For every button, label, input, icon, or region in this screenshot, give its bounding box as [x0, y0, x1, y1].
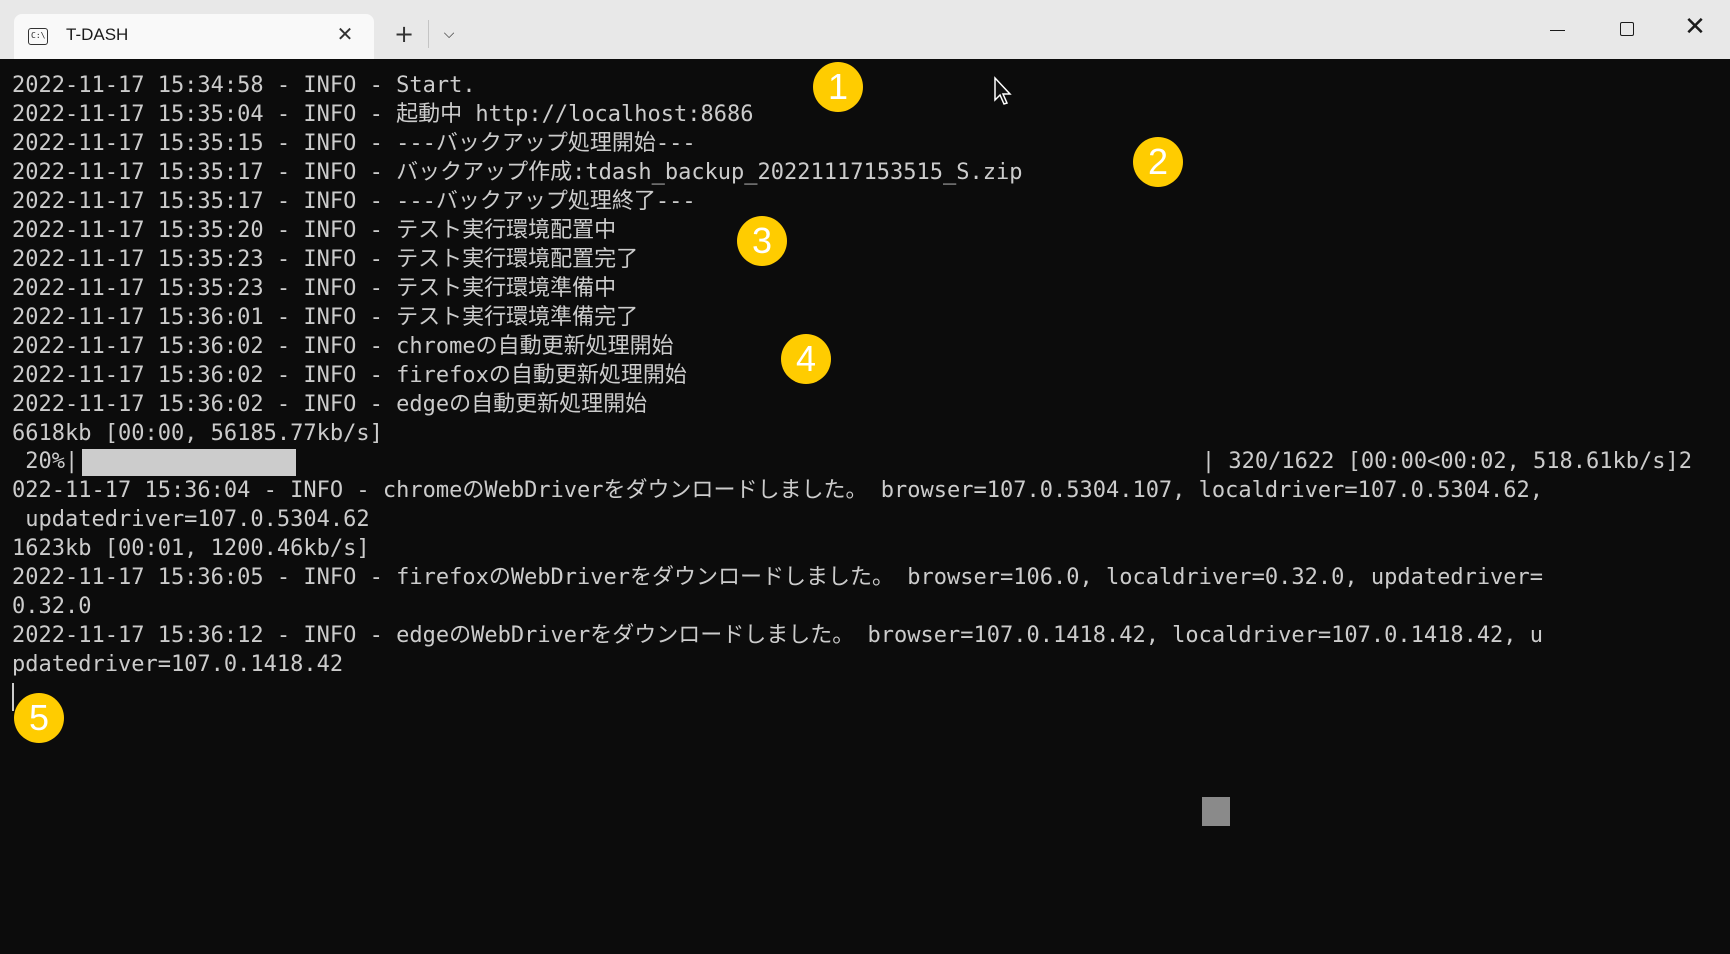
annotation-badge-3: 3	[737, 216, 787, 266]
close-tab-button[interactable]: ✕	[336, 24, 354, 44]
minimize-button[interactable]	[1522, 0, 1592, 59]
annotation-badge-5: 5	[14, 693, 64, 743]
log-line: 2022-11-17 15:36:02 - INFO - edgeの自動更新処理…	[12, 392, 648, 417]
log-line: 2022-11-17 15:35:15 - INFO - ---バックアップ処理…	[12, 131, 696, 156]
log-line: 2022-11-17 15:36:02 - INFO - chromeの自動更新…	[12, 334, 674, 359]
terminal-icon: C:\	[28, 28, 48, 45]
new-tab-button[interactable]: +	[387, 17, 421, 51]
terminal-output[interactable]: 2022-11-17 15:34:58 - INFO - Start. 2022…	[0, 59, 1730, 954]
toolbar-divider	[428, 20, 429, 48]
log-line: 6618kb [00:00, 56185.77kb/s]	[12, 421, 383, 446]
close-window-button[interactable]: ✕	[1660, 0, 1730, 59]
block-cursor	[1202, 797, 1230, 826]
log-line: 2022-11-17 15:36:02 - INFO - firefoxの自動更…	[12, 363, 687, 388]
log-line: 022-11-17 15:36:04 - INFO - chromeのWebDr…	[12, 478, 1544, 503]
mouse-pointer-icon	[994, 76, 1012, 105]
close-icon: ✕	[1684, 12, 1706, 42]
log-line: 1623kb [00:01, 1200.46kb/s]	[12, 536, 370, 561]
chevron-down-icon[interactable]: ⌵	[432, 17, 466, 51]
minimize-icon	[1550, 30, 1565, 32]
log-line: 2022-11-17 15:36:12 - INFO - edgeのWebDri…	[12, 623, 1544, 648]
progress-bar-fill	[82, 449, 296, 476]
progress-percent: 20%|	[12, 449, 79, 474]
text-cursor	[12, 683, 14, 711]
log-line: 2022-11-17 15:35:20 - INFO - テスト実行環境配置中	[12, 218, 617, 243]
annotation-badge-4: 4	[781, 334, 831, 384]
annotation-badge-2: 2	[1133, 137, 1183, 187]
log-line: pdatedriver=107.0.1418.42	[12, 652, 344, 677]
tab-title: T-DASH	[66, 25, 129, 44]
log-line: 2022-11-17 15:35:17 - INFO - ---バックアップ処理…	[12, 189, 696, 214]
log-line: 2022-11-17 15:35:23 - INFO - テスト実行環境配置完了	[12, 247, 639, 272]
maximize-button[interactable]	[1592, 0, 1662, 59]
log-line: 2022-11-17 15:35:04 - INFO - 起動中 http://…	[12, 102, 754, 127]
log-line: updatedriver=107.0.5304.62	[12, 507, 370, 532]
progress-stats: | 320/1622 [00:00<00:02, 518.61kb/s]2	[1201, 449, 1692, 474]
log-line: 2022-11-17 15:36:01 - INFO - テスト実行環境準備完了	[12, 305, 639, 330]
log-line: 2022-11-17 15:36:05 - INFO - firefoxのWeb…	[12, 565, 1544, 590]
log-line: 2022-11-17 15:35:23 - INFO - テスト実行環境準備中	[12, 276, 617, 301]
log-line: 0.32.0	[12, 594, 92, 619]
annotation-badge-1: 1	[813, 62, 863, 112]
log-line: 2022-11-17 15:34:58 - INFO - Start.	[12, 73, 476, 98]
title-bar: C:\ T-DASH ✕ + ⌵ ✕	[0, 0, 1730, 59]
tab-t-dash[interactable]: C:\ T-DASH ✕	[14, 14, 374, 59]
maximize-icon	[1620, 22, 1634, 36]
log-line: 2022-11-17 15:35:17 - INFO - バックアップ作成:td…	[12, 160, 1023, 185]
